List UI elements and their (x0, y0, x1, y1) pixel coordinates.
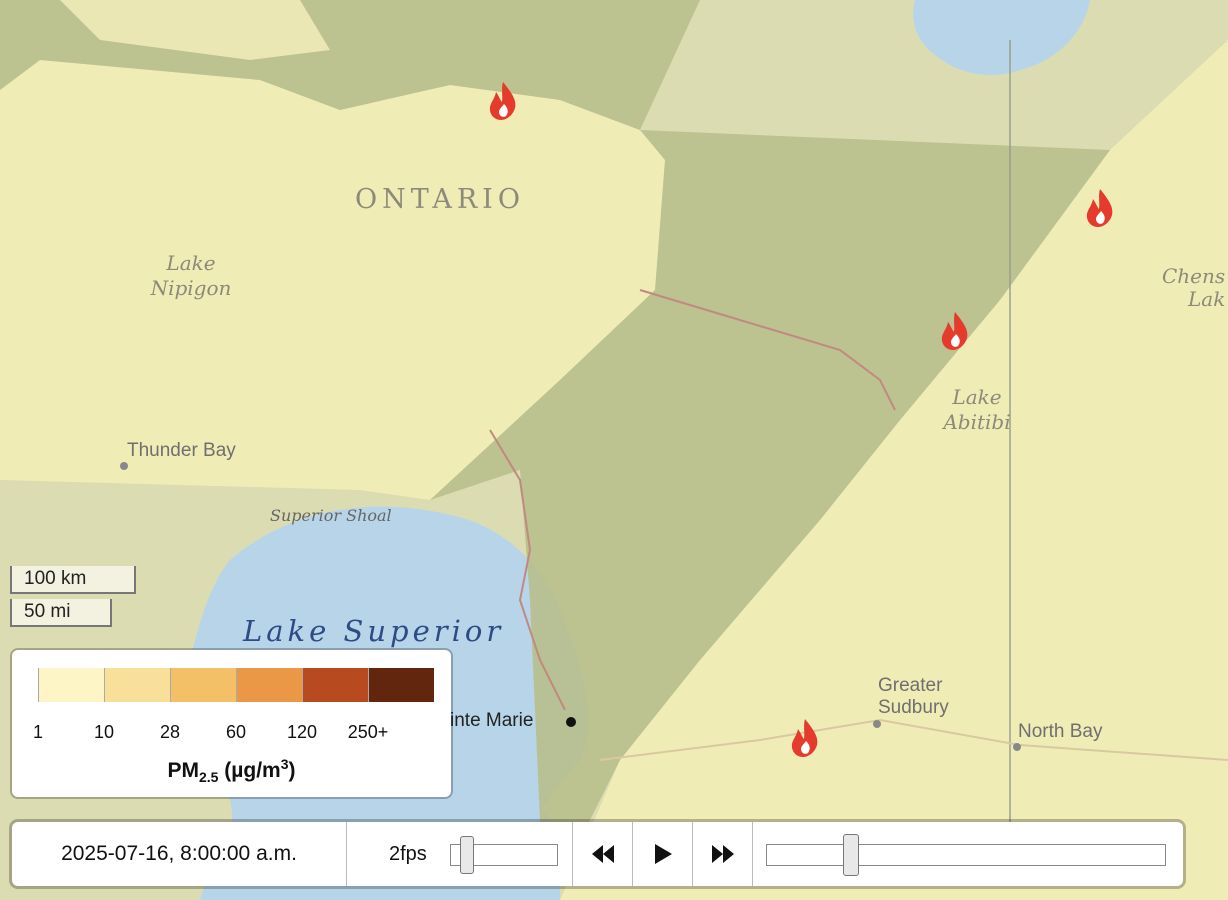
pm25-legend: 1 10 28 60 120 250+ PM2.5 (µg/m3) (12, 650, 451, 797)
legend-swatch (368, 668, 434, 702)
legend-tick-label: 28 (159, 722, 181, 742)
legend-title-unit: (µg/m (218, 759, 281, 782)
legend-tick-label: 250+ (347, 722, 389, 742)
rewind-button[interactable] (573, 822, 633, 886)
time-slider (753, 822, 1183, 886)
chensagi-label-2: Lak (1187, 287, 1225, 311)
legend-tick-label: 120 (286, 722, 318, 742)
time-slider-track[interactable] (766, 844, 1166, 866)
fps-slider-handle[interactable] (460, 836, 474, 874)
lake-abitibi-label-2: Abitibi (941, 410, 1010, 434)
legend-tick-label: 10 (93, 722, 115, 742)
greater-sudbury-dot (873, 720, 881, 728)
fps-control: 2fps (347, 822, 573, 886)
legend-tick-label: 60 (225, 722, 247, 742)
legend-swatch (104, 668, 170, 702)
lake-nipigon-label-2: Nipigon (150, 276, 232, 300)
legend-title-main: PM (167, 759, 199, 782)
time-slider-handle[interactable] (842, 834, 859, 876)
animation-controls: 2025-07-16, 8:00:00 a.m. 2fps (12, 822, 1183, 886)
sault-ste-marie-label: inte Marie (450, 710, 533, 731)
play-icon (654, 844, 672, 864)
greater-sudbury-label-2: Sudbury (878, 697, 949, 718)
legend-swatch (38, 668, 104, 702)
superior-shoal-label: Superior Shoal (270, 506, 392, 525)
north-bay-label: North Bay (1018, 721, 1103, 742)
greater-sudbury-label-1: Greater (878, 675, 943, 696)
datetime-display: 2025-07-16, 8:00:00 a.m. (12, 822, 347, 886)
thunder-bay-dot (120, 462, 128, 470)
legend-color-bar (38, 668, 434, 702)
lake-nipigon-label-1: Lake (165, 251, 215, 275)
legend-title-sup: 3 (280, 756, 289, 772)
legend-title-sub: 2.5 (198, 769, 219, 786)
legend-tick-label: 1 (32, 722, 44, 742)
sault-ste-marie-dot (566, 717, 576, 727)
fast-forward-icon (711, 845, 734, 863)
chensagi-label-1: Chens (1162, 264, 1225, 288)
lake-superior-label: Lake Superior (242, 614, 504, 648)
province-label: ONTARIO (355, 184, 525, 215)
legend-title-close: ) (288, 759, 296, 782)
legend-swatch (236, 668, 302, 702)
rewind-icon (591, 845, 614, 863)
play-button[interactable] (633, 822, 693, 886)
scale-bar-km: 100 km (10, 566, 136, 594)
lake-abitibi-label-1: Lake (951, 385, 1001, 409)
fast-forward-button[interactable] (693, 822, 753, 886)
scale-bar-mi: 50 mi (10, 599, 112, 627)
legend-swatch (302, 668, 368, 702)
legend-swatch (170, 668, 236, 702)
north-bay-dot (1013, 743, 1021, 751)
legend-title: PM2.5 (µg/m3) (12, 756, 451, 785)
fps-label: 2fps (389, 843, 427, 865)
thunder-bay-label: Thunder Bay (127, 440, 236, 461)
